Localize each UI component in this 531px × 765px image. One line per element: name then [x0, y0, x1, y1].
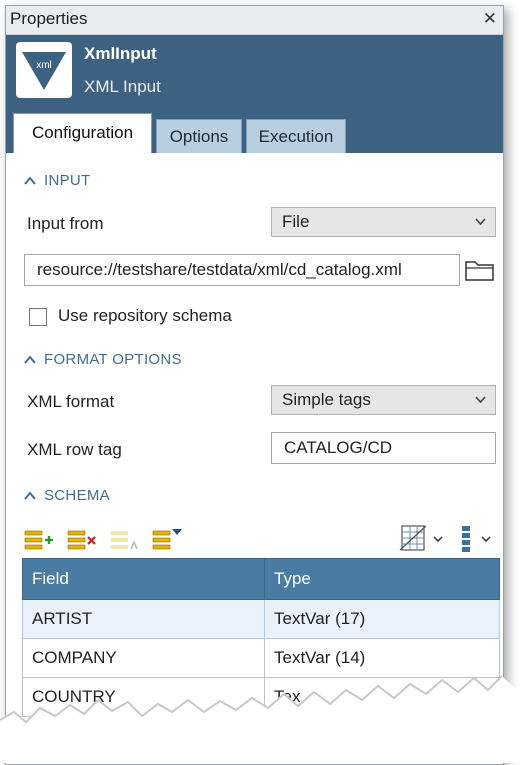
torn-edge-decoration	[0, 675, 531, 763]
